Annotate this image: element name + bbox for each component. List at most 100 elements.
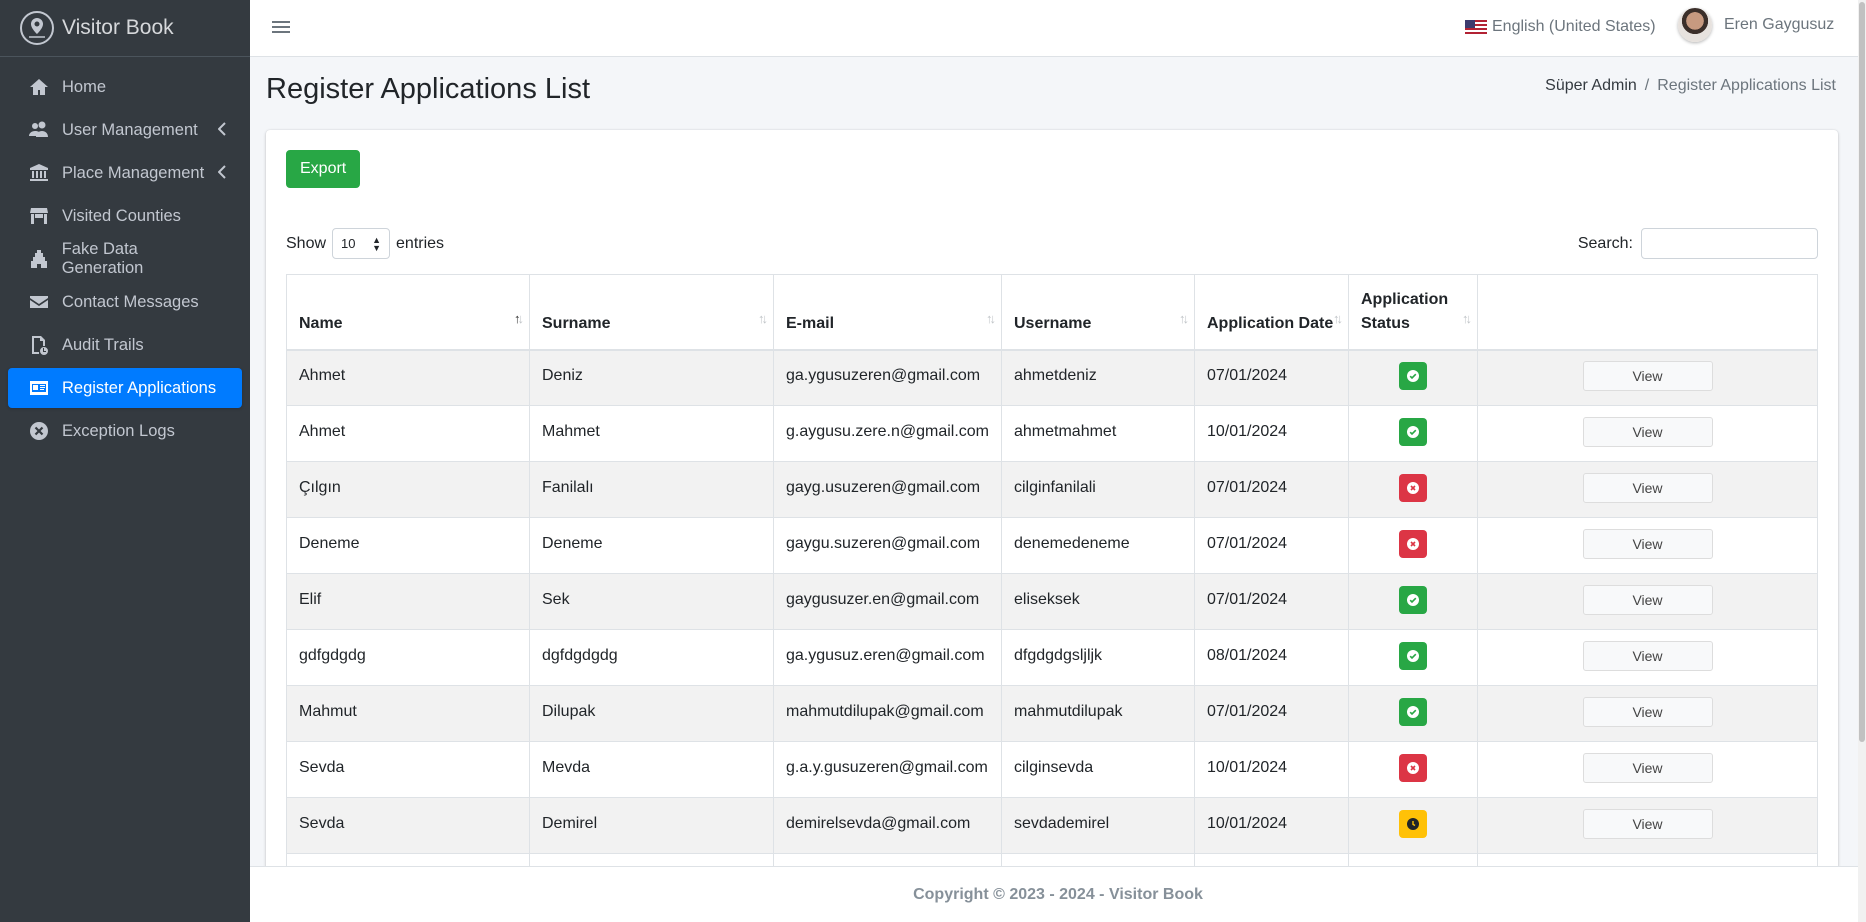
cell-surname: Sek [529,573,774,630]
table-row: gdfgdgdg dgfdgdgdg ga.ygusuz.eren@gmail.co… [286,629,1818,686]
column-header-email[interactable]: E-mail ↑↓ [773,274,1002,351]
sidebar-item-label: Exception Logs [62,421,175,440]
cell-application-status [1348,349,1478,406]
cell-name: gdfgdgdg [286,629,530,686]
column-header-label: Surname [542,314,611,332]
cell-surname: Demirel [529,797,774,854]
cell-name: Sevda [286,797,530,854]
export-button[interactable]: Export [286,150,361,188]
status-badge [1399,417,1427,446]
view-button[interactable]: View [1582,584,1713,615]
sidebar-item-fake-data-generation[interactable]: Fake Data Generation [8,239,242,279]
sidebar-item-exception-logs[interactable]: Exception Logs [8,411,242,451]
column-header-application-date[interactable]: Application Date ↑↓ [1194,274,1349,351]
sidebar-item-label: Place Management [62,163,205,182]
cell-surname: Dilupak [529,685,774,742]
status-badge [1399,585,1427,614]
column-header-username[interactable]: Username ↑↓ [1001,274,1195,351]
brand-title: Visitor Book [62,16,174,39]
cell-email: ga.ygusuzeren@gmail.com [773,349,1002,406]
sidebar-item-home[interactable]: Home [8,67,242,107]
column-header-label: Status [1361,314,1410,332]
sidebar-item-audit-trails[interactable]: Audit Trails [8,325,242,365]
table-search: Search: [1578,228,1818,259]
cell-surname: Deneme [529,517,774,574]
sidebar-item-label: User Management [62,120,198,139]
entries-select-value: 10 [341,236,356,251]
select-arrows-icon: ▲ ▼ [372,234,382,253]
entries-select[interactable]: 10 ▲ ▼ [332,228,391,259]
language-selector[interactable]: English (United States) [1465,18,1656,36]
cell-username: cilginfanilali [1001,461,1195,518]
show-label: Show [286,234,327,252]
status-badge [1399,697,1427,726]
column-header-label: Name [299,314,343,332]
cell-application-date: 10/01/2024 [1194,797,1349,854]
breadcrumb-home-link[interactable]: Süper Admin [1545,77,1637,95]
cell-email: mahmutdilupak@gmail.com [773,685,1002,742]
entries-label: entries [396,234,445,252]
cell-email: g.aygusu.zere.n@gmail.com [773,405,1002,462]
menu-toggle-icon[interactable] [272,18,290,38]
cell-name: Deneme [286,517,530,574]
sidebar-item-register-applications[interactable]: Register Applications [8,368,242,408]
cell-email: gaygu.suzeren@gmail.com [773,517,1002,574]
sort-icon: ↑↓ [1333,310,1343,326]
brand-link[interactable]: Visitor Book [0,0,250,57]
column-header-label: Username [1014,314,1092,332]
view-button[interactable]: View [1582,360,1713,391]
view-button[interactable]: View [1582,696,1713,727]
column-header-surname[interactable]: Surname ↑↓ [529,274,774,351]
table-row: Ahmet Mahmet g.aygusu.zere.n@gmail.com ahme… [286,405,1818,462]
view-button[interactable]: View [1582,416,1713,447]
sort-icon: ↑↓ [1179,310,1189,326]
sort-asc-icon: ↑↓ [514,310,524,326]
sidebar-item-place-management[interactable]: Place Management [8,153,242,193]
table-row: Sevda Demirel demirelsevda@gmail.com sevdad… [286,797,1818,854]
page-scrollbar[interactable] [1858,0,1866,922]
view-button[interactable]: View [1582,808,1713,839]
table-row: Mahmut Dilupak mahmutdilupak@gmail.com mahm… [286,685,1818,742]
sidebar-item-contact-messages[interactable]: Contact Messages [8,282,242,322]
cell-email: demirelsevda@gmail.com [773,797,1002,854]
cell-username: denemedeneme [1001,517,1195,574]
table-row: Ahmet Deniz ga.ygusuzeren@gmail.com ahmetde… [286,349,1818,406]
view-button[interactable]: View [1582,472,1713,503]
cell-username: cilginsevda [1001,741,1195,798]
sort-icon: ↑↓ [758,310,768,326]
search-input[interactable] [1641,228,1818,259]
view-button[interactable]: View [1582,640,1713,671]
sort-icon: ↑↓ [1462,310,1472,326]
cell-surname: Mahmet [529,405,774,462]
cell-application-status [1348,685,1478,742]
times-circle-icon [1407,537,1419,550]
cell-name: Ahmet [286,405,530,462]
scrollbar-thumb[interactable] [1859,2,1865,742]
breadcrumb-separator: / [1644,77,1650,94]
sidebar-item-user-management[interactable]: User Management [8,110,242,150]
clock-icon [1407,817,1419,830]
sidebar-item-visited-counties[interactable]: Visited Counties [8,196,242,236]
sidebar-nav: Home User Management Place Management Vi… [0,57,250,464]
column-header-label: Application Date [1207,314,1334,332]
sort-icon: ↑↓ [986,310,996,326]
view-button[interactable]: View [1582,528,1713,559]
column-header-application-status[interactable]: Application Status ↑↓ [1348,274,1478,351]
envelope-icon [28,291,50,313]
cell-surname: dgfdgdgdg [529,629,774,686]
view-button[interactable]: View [1582,752,1713,783]
table-row: Çılgın Fanilalı gayg.usuzeren@gmail.com cil… [286,461,1818,518]
user-menu[interactable]: Eren Gaygusuz [1678,8,1834,42]
cell-username: sevdademirel [1001,797,1195,854]
status-badge [1399,529,1427,558]
cell-application-status [1348,405,1478,462]
cell-username: ahmetmahmet [1001,405,1195,462]
applications-table: Name ↑↓ Surname ↑↓ E-mail ↑↓ Username ↑↓ App… [286,274,1818,870]
table-row: Sevda Mevda g.a.y.gusuzeren@gmail.com cilgi… [286,741,1818,798]
column-header-name[interactable]: Name ↑↓ [286,274,530,351]
status-badge [1399,361,1427,390]
sidebar-item-label: Fake Data Generation [61,240,144,277]
gopuram-icon [28,248,50,270]
cell-email: gayg.usuzeren@gmail.com [773,461,1002,518]
column-header-label: E-mail [786,314,835,332]
